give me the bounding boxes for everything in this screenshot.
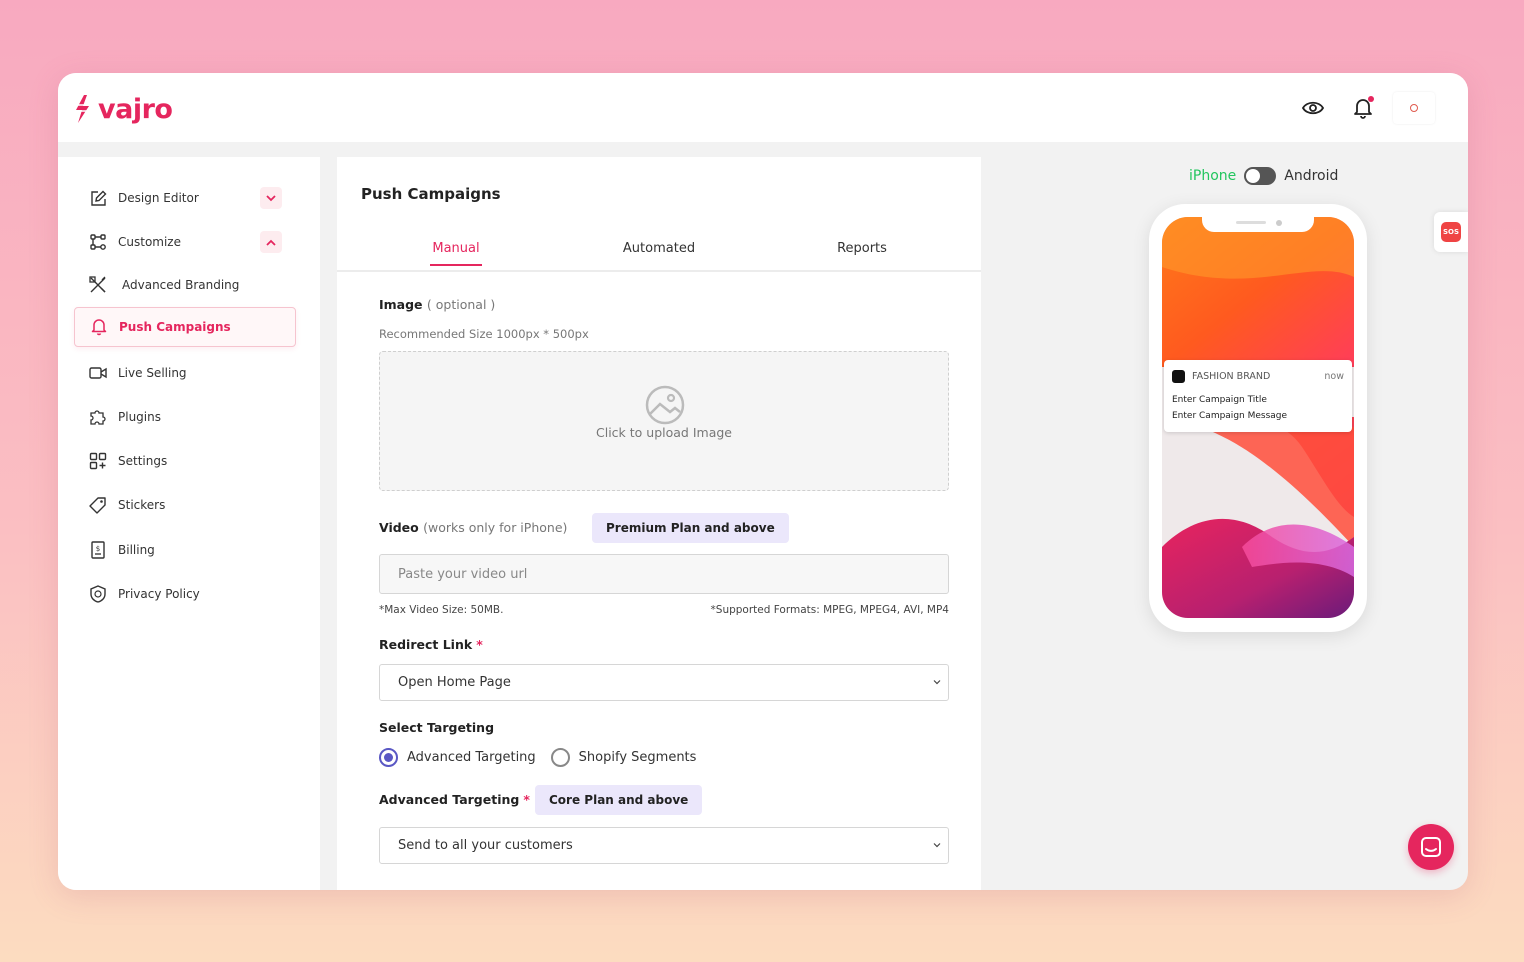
sidebar: Design Editor Customize Advanced Brandin… (58, 157, 320, 890)
video-url-input[interactable]: Paste your video url (379, 554, 949, 594)
redirect-label-text: Redirect Link (379, 637, 473, 652)
sidebar-item-label: Design Editor (118, 191, 199, 205)
sidebar-item-label: Live Selling (118, 366, 187, 380)
device-switch[interactable] (1244, 167, 1277, 185)
sidebar-item-label: Privacy Policy (118, 587, 200, 601)
phone-notch (1202, 217, 1314, 232)
image-upload-dropzone[interactable]: Click to upload Image (379, 351, 949, 491)
receipt-icon: $ (88, 540, 108, 560)
phone-screen: FASHION BRAND now Enter Campaign Title E… (1162, 217, 1354, 618)
sidebar-item-label: Advanced Branding (122, 278, 240, 292)
redirect-link-value: Open Home Page (398, 675, 511, 690)
radio-shopify-segments[interactable] (550, 748, 570, 767)
sidebar-item-billing[interactable]: $ Billing (74, 530, 296, 570)
svg-text:$: $ (96, 545, 100, 553)
video-icon (88, 363, 108, 383)
toggle-iphone-label[interactable]: iPhone (1189, 168, 1236, 184)
customize-icon (88, 232, 108, 252)
chevron-down-icon[interactable] (260, 187, 282, 209)
sidebar-item-design-editor[interactable]: Design Editor (74, 178, 296, 218)
tab-manual[interactable]: Manual (430, 241, 482, 266)
sidebar-item-plugins[interactable]: Plugins (74, 397, 296, 437)
vajro-logo-icon (71, 95, 92, 123)
notification-dot (1368, 96, 1374, 102)
image-size-hint: Recommended Size 1000px * 500px (379, 327, 589, 341)
sidebar-item-label: Settings (118, 454, 168, 468)
toggle-android-label[interactable]: Android (1284, 168, 1338, 184)
device-toggle: iPhone Android (1189, 167, 1338, 185)
sidebar-item-privacy-policy[interactable]: Privacy Policy (74, 574, 296, 614)
store-avatar[interactable] (1393, 92, 1435, 124)
targeting-radio-group: Advanced Targeting Shopify Segments (379, 748, 696, 767)
required-asterisk: * (523, 792, 530, 807)
logo[interactable]: vajro (70, 93, 173, 125)
video-label-text: Video (379, 520, 419, 535)
radio-shopify-segments-label[interactable]: Shopify Segments (579, 750, 697, 765)
image-upload-icon (645, 385, 685, 425)
tab-reports[interactable]: Reports (834, 241, 890, 256)
sidebar-item-live-selling[interactable]: Live Selling (74, 353, 296, 393)
preview-eye-icon[interactable] (1300, 95, 1326, 121)
sos-badge: SOS (1441, 222, 1461, 242)
sidebar-item-label: Push Campaigns (119, 320, 231, 334)
required-asterisk: * (476, 637, 483, 652)
core-plan-badge: Core Plan and above (535, 785, 703, 815)
advanced-targeting-label-text: Advanced Targeting (379, 792, 520, 807)
notification-title: Enter Campaign Title (1172, 395, 1267, 405)
redirect-link-label: Redirect Link * (379, 637, 483, 652)
image-optional-text: ( optional ) (426, 297, 496, 312)
sidebar-item-stickers[interactable]: Stickers (74, 485, 296, 525)
sidebar-item-label: Stickers (118, 498, 166, 512)
sidebar-item-label: Customize (118, 235, 181, 249)
top-bar: vajro (58, 73, 1468, 142)
tools-icon (88, 275, 108, 295)
video-max-size: *Max Video Size: 50MB. (379, 604, 504, 616)
settings-grid-icon (88, 451, 108, 471)
tag-icon (88, 495, 108, 515)
campaign-tabs: Manual Automated Reports (337, 227, 981, 272)
chat-icon (1421, 837, 1441, 857)
notification-preview: FASHION BRAND now Enter Campaign Title E… (1164, 360, 1352, 432)
notification-message: Enter Campaign Message (1172, 411, 1288, 421)
video-label: Video (works only for iPhone) (379, 520, 567, 535)
chat-launcher-button[interactable] (1408, 824, 1454, 870)
page-title: Push Campaigns (361, 185, 501, 203)
notification-bell-icon[interactable] (1350, 95, 1376, 121)
sos-button[interactable]: SOS (1434, 212, 1468, 252)
bell-icon (89, 317, 109, 337)
sidebar-item-label: Billing (118, 543, 155, 557)
chevron-up-icon[interactable] (260, 231, 282, 253)
notification-time: now (1324, 371, 1344, 382)
edit-icon (88, 188, 108, 208)
app-window: vajro Design Editor Customize Advanced B… (58, 73, 1468, 890)
sidebar-item-label: Plugins (118, 410, 161, 424)
shield-icon (88, 584, 108, 604)
upload-text: Click to upload Image (596, 425, 732, 440)
redirect-link-select[interactable]: Open Home Page (379, 664, 949, 701)
brand-name: vajro (98, 93, 173, 125)
app-icon (1172, 370, 1185, 383)
chevron-down-icon (933, 843, 941, 848)
puzzle-icon (88, 407, 108, 427)
sidebar-item-customize[interactable]: Customize (74, 222, 296, 262)
image-label-text: Image (379, 297, 423, 312)
radio-advanced-targeting-label[interactable]: Advanced Targeting (407, 750, 536, 765)
chevron-down-icon (933, 680, 941, 685)
radio-advanced-targeting[interactable] (379, 748, 398, 767)
premium-plan-badge: Premium Plan and above (592, 513, 789, 543)
select-targeting-label: Select Targeting (379, 720, 495, 735)
push-campaign-panel: Push Campaigns Manual Automated Reports … (337, 157, 981, 890)
audience-value: Send to all your customers (398, 838, 573, 853)
sidebar-item-push-campaigns[interactable]: Push Campaigns (74, 307, 296, 347)
video-formats: *Supported Formats: MPEG, MPEG4, AVI, MP… (710, 604, 949, 616)
audience-select[interactable]: Send to all your customers (379, 827, 949, 864)
phone-preview: FASHION BRAND now Enter Campaign Title E… (1149, 204, 1367, 632)
tab-automated[interactable]: Automated (619, 241, 699, 256)
sidebar-item-advanced-branding[interactable]: Advanced Branding (74, 265, 296, 305)
advanced-targeting-label: Advanced Targeting * (379, 792, 530, 807)
notification-app-name: FASHION BRAND (1192, 371, 1271, 382)
image-label: Image ( optional ) (379, 297, 495, 312)
sidebar-item-settings[interactable]: Settings (74, 441, 296, 481)
video-note: (works only for iPhone) (423, 520, 568, 535)
